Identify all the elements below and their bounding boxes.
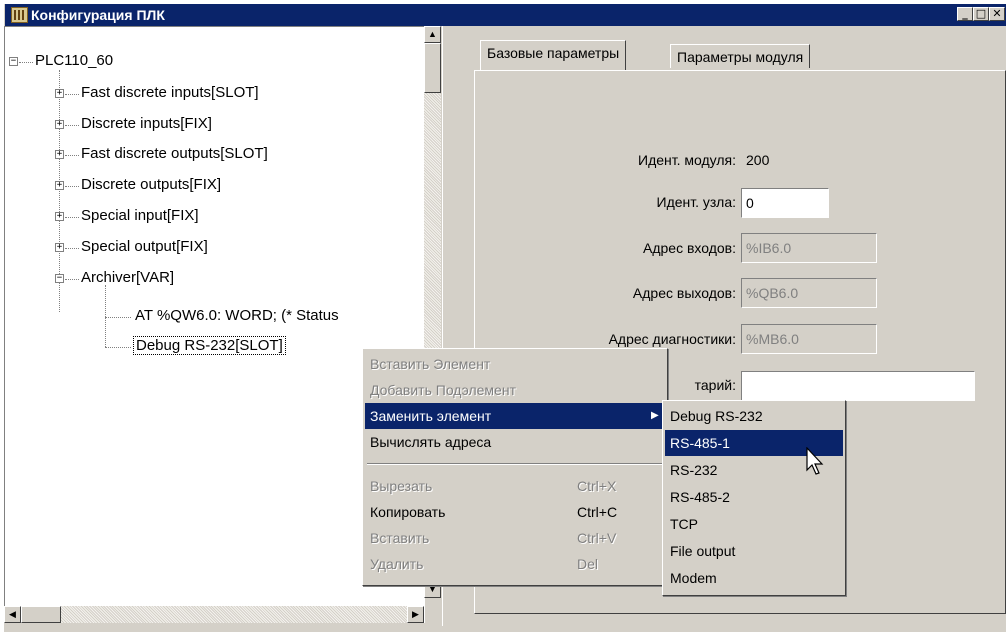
menu-item-label: Вставить xyxy=(370,530,430,546)
expand-icon[interactable]: + xyxy=(55,243,64,252)
shortcut-text: Ctrl+X xyxy=(577,478,617,494)
scroll-thumb[interactable] xyxy=(424,43,441,93)
menu-item-label: Удалить xyxy=(370,556,424,572)
diag-addr-field: %MB6.0 xyxy=(741,324,877,354)
scroll-left-icon[interactable]: ◀ xyxy=(4,606,21,623)
tree-connector xyxy=(19,62,33,63)
replace-submenu: Debug RS-232 RS-485-1 RS-232 RS-485-2 TC… xyxy=(662,400,846,596)
submenu-item[interactable]: File output xyxy=(665,538,843,564)
minimize-button[interactable]: _ xyxy=(957,7,973,21)
menu-item-replace-element[interactable]: Заменить элемент ▶ xyxy=(365,403,665,429)
submenu-item[interactable]: RS-485-2 xyxy=(665,484,843,510)
scroll-up-icon[interactable]: ▲ xyxy=(424,26,441,43)
close-button[interactable]: ✕ xyxy=(989,7,1005,21)
menu-item-label: Добавить Подэлемент xyxy=(370,382,516,398)
menu-item-label: Вырезать xyxy=(370,478,433,494)
input-addr-field: %IB6.0 xyxy=(741,233,877,263)
input-addr-label: Адрес входов: xyxy=(642,240,736,256)
context-menu: Вставить Элемент Добавить Подэлемент Зам… xyxy=(362,348,668,586)
expand-icon[interactable]: + xyxy=(55,181,64,190)
menu-item-calc-addresses[interactable]: Вычислять адреса xyxy=(365,429,665,455)
tree-item[interactable]: Fast discrete inputs[SLOT] xyxy=(81,84,259,101)
menu-item-label: Копировать xyxy=(370,504,446,520)
mouse-pointer-icon xyxy=(806,447,824,475)
comment-field[interactable] xyxy=(741,371,975,401)
menu-item-paste[interactable]: Вставить Ctrl+V xyxy=(365,525,665,551)
app-icon xyxy=(11,7,28,23)
node-id-label: Идент. узла: xyxy=(656,194,737,210)
submenu-item[interactable]: Modem xyxy=(665,565,843,591)
tree-item[interactable]: Special output[FIX] xyxy=(81,238,208,255)
expand-icon[interactable]: + xyxy=(55,212,64,221)
tree-root[interactable]: PLC110_60 xyxy=(35,52,113,69)
window-title: Конфигурация ПЛК xyxy=(31,7,165,23)
tree-item[interactable]: AT %QW6.0: WORD; (* Status xyxy=(135,307,339,324)
tab-module-params[interactable]: Параметры модуля xyxy=(670,44,811,68)
shortcut-text: Del xyxy=(577,556,599,572)
menu-item-delete[interactable]: Удалить Del xyxy=(365,551,665,577)
submenu-item[interactable]: TCP xyxy=(665,511,843,537)
tab-base-params[interactable]: Базовые параметры xyxy=(480,40,627,70)
module-id-label: Идент. модуля: xyxy=(638,152,736,168)
expand-icon[interactable]: + xyxy=(55,120,64,129)
output-addr-label: Адрес выходов: xyxy=(632,285,736,301)
maximize-button[interactable]: □ xyxy=(973,7,989,21)
shortcut-text: Ctrl+V xyxy=(577,530,617,546)
menu-item-add-subelement[interactable]: Добавить Подэлемент xyxy=(365,377,665,403)
tree-item[interactable]: Fast discrete outputs[SLOT] xyxy=(81,145,268,162)
output-addr-field: %QB6.0 xyxy=(741,278,877,308)
menu-item-label: Вычислять адреса xyxy=(370,434,492,450)
expand-icon[interactable]: + xyxy=(55,150,64,159)
module-id-value: 200 xyxy=(746,152,770,168)
title-bar[interactable]: Конфигурация ПЛК _ □ ✕ xyxy=(5,4,1006,26)
menu-separator xyxy=(367,463,663,465)
scroll-right-icon[interactable]: ▶ xyxy=(407,606,424,623)
menu-item-insert-element[interactable]: Вставить Элемент xyxy=(365,351,665,377)
scroll-thumb[interactable] xyxy=(21,606,61,623)
tree-item-selected[interactable]: Debug RS-232[SLOT] xyxy=(133,336,286,355)
expand-icon[interactable]: + xyxy=(55,89,64,98)
collapse-icon[interactable]: − xyxy=(9,57,18,66)
tree-item[interactable]: Discrete inputs[FIX] xyxy=(81,115,212,132)
diag-addr-label: Адрес диагностики: xyxy=(608,331,736,347)
shortcut-text: Ctrl+C xyxy=(577,504,618,520)
collapse-icon[interactable]: − xyxy=(55,274,64,283)
submenu-arrow-icon: ▶ xyxy=(651,410,659,421)
menu-item-label: Заменить элемент xyxy=(370,408,492,424)
node-id-field[interactable]: 0 xyxy=(741,188,829,218)
menu-item-cut[interactable]: Вырезать Ctrl+X xyxy=(365,473,665,499)
menu-item-label: Вставить Элемент xyxy=(370,356,491,372)
tree-item[interactable]: Special input[FIX] xyxy=(81,207,199,224)
submenu-item[interactable]: Debug RS-232 xyxy=(665,403,843,429)
tree-item[interactable]: Discrete outputs[FIX] xyxy=(81,176,221,193)
menu-item-copy[interactable]: Копировать Ctrl+C xyxy=(365,499,665,525)
tree-horizontal-scrollbar[interactable]: ◀ ▶ xyxy=(4,606,424,623)
tree-item[interactable]: Archiver[VAR] xyxy=(81,269,174,286)
